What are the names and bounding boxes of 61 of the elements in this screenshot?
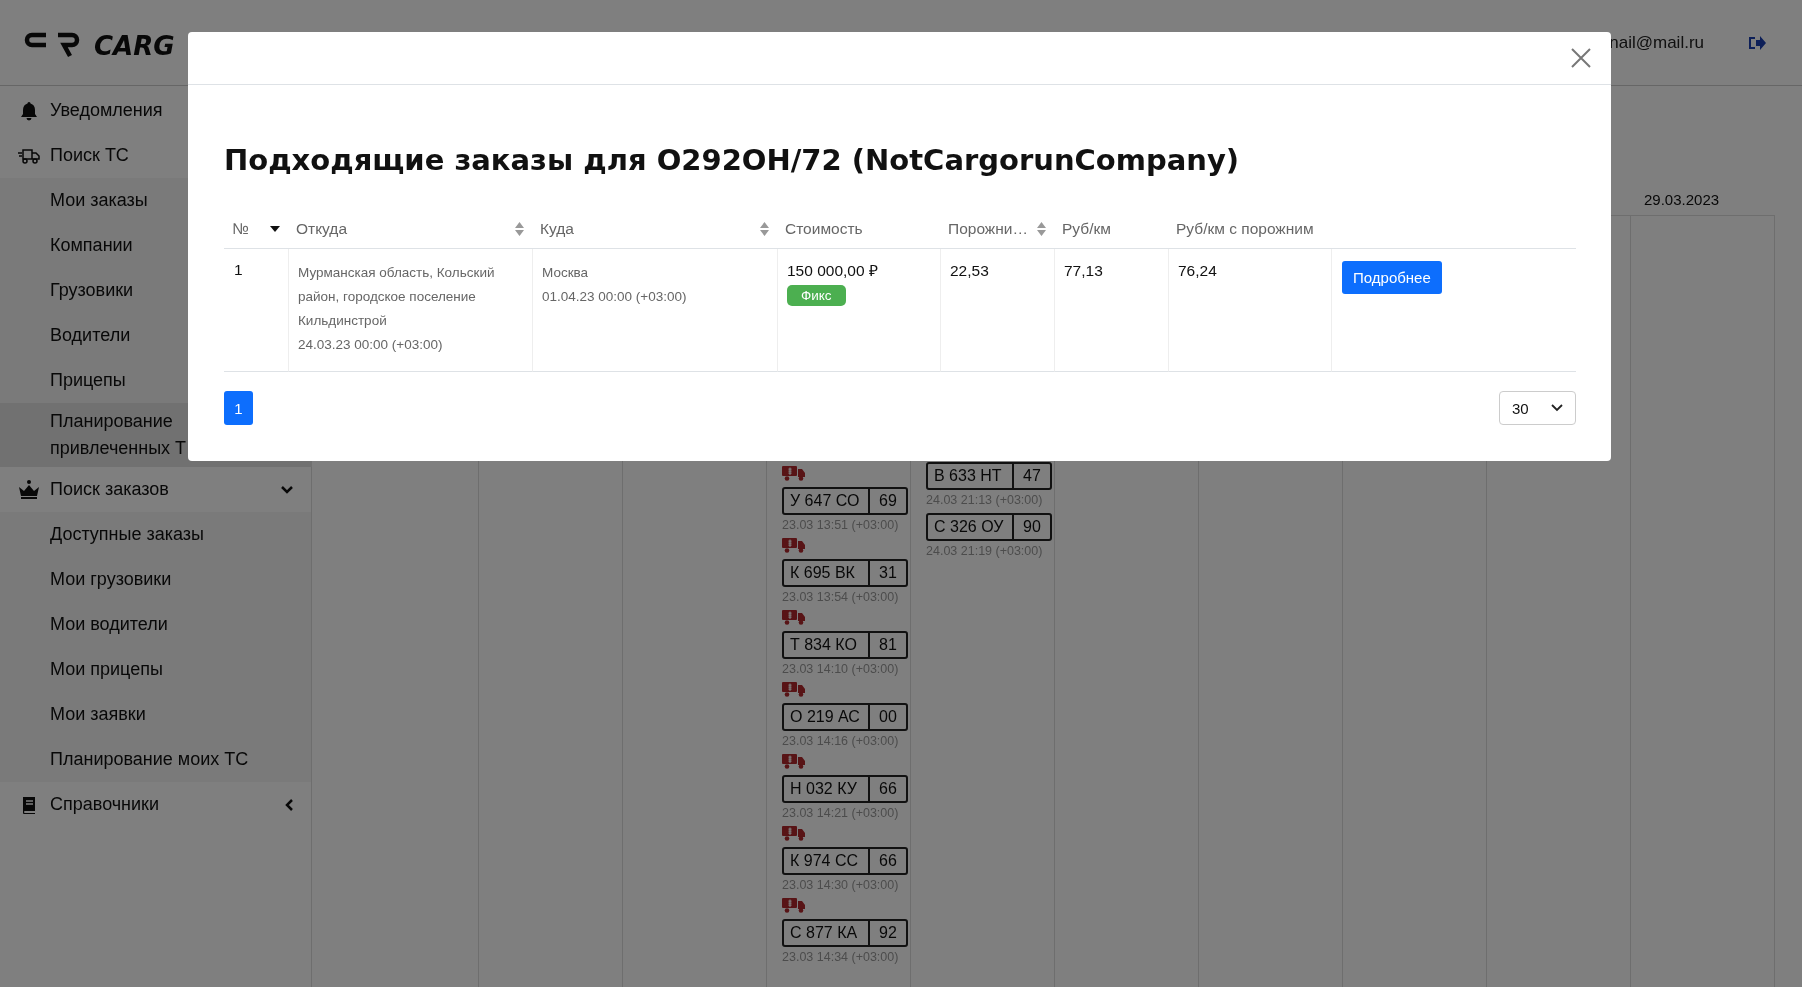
sidebar-item[interactable]: Поиск заказов	[0, 467, 311, 512]
license-plate[interactable]: Т 834 КО 81	[782, 631, 908, 659]
sidebar-subitem[interactable]: Мои заявки	[0, 692, 311, 737]
book-icon	[22, 795, 36, 814]
chevron-down-icon	[1551, 404, 1563, 412]
tariff-badge: Фикс	[787, 285, 846, 306]
sidebar-subitem[interactable]: Мои водители	[0, 602, 311, 647]
sidebar-subitem[interactable]: Доступные заказы	[0, 512, 311, 557]
column-header[interactable]: Руб/км	[1054, 209, 1168, 249]
sidebar-subitem[interactable]: Мои прицепы	[0, 647, 311, 692]
license-plate[interactable]: С 877 КА 92	[782, 919, 908, 947]
license-plate[interactable]: У 647 СО 69	[782, 487, 908, 515]
page-size-select[interactable]: 30	[1499, 391, 1576, 425]
rate-value: 77,13	[1064, 261, 1103, 281]
row-number: 1	[233, 261, 243, 279]
truck-icon	[782, 610, 806, 625]
truck-icon	[782, 466, 806, 481]
bell-icon	[20, 100, 38, 121]
truck-icon	[782, 538, 806, 553]
column-header[interactable]: Стоимость	[777, 209, 940, 249]
truck-icon	[782, 898, 806, 913]
license-plate[interactable]: К 695 ВК 31	[782, 559, 908, 587]
license-plate[interactable]: С 326 ОУ 90	[926, 513, 1052, 541]
chevron-down-icon[interactable]	[281, 485, 293, 494]
rate-with-empty-value: 76,24	[1178, 261, 1217, 281]
sort-icon[interactable]	[760, 221, 769, 236]
license-plate[interactable]: Н 032 КУ 66	[782, 775, 908, 803]
column-header[interactable]: Руб/км с порожним	[1168, 209, 1331, 249]
sidebar-item[interactable]: Справочники	[0, 782, 311, 827]
details-button[interactable]: Подробнее	[1342, 261, 1442, 294]
date-header: 29.03.2023	[1643, 191, 1721, 210]
sort-down-icon[interactable]	[270, 225, 280, 232]
column-header[interactable]: Порожни…	[940, 209, 1054, 249]
sort-icon[interactable]	[1037, 221, 1046, 236]
license-plate[interactable]: О 219 АС 00	[782, 703, 908, 731]
sidebar-item[interactable]: Уведомления	[0, 88, 311, 133]
sort-icon[interactable]	[515, 221, 524, 236]
modal-title: Подходящие заказы для О292ОН/72 (NotCargorunCompany)	[224, 143, 1241, 177]
column-header[interactable]: Куда	[532, 209, 777, 249]
truck-icon	[782, 826, 806, 841]
cost-value: 150 000,00 ₽	[787, 261, 878, 281]
column-header[interactable]: Откуда	[288, 209, 532, 249]
close-icon[interactable]	[1571, 48, 1591, 68]
truck-icon	[782, 682, 806, 697]
page-button[interactable]: 1	[224, 391, 253, 425]
logout-icon[interactable]	[1748, 34, 1766, 51]
sidebar-subitem[interactable]: Планирование моих ТС	[0, 737, 311, 782]
to-date: 01.04.23 00:00 (+03:00)	[542, 288, 687, 306]
sidebar-subitem[interactable]: Мои грузовики	[0, 557, 311, 602]
user-email: nail@mail.ru	[1609, 32, 1704, 53]
to-city: Москва	[542, 264, 589, 282]
truck-icon	[782, 754, 806, 769]
chevron-left-icon[interactable]	[285, 798, 293, 811]
from-date: 24.03.23 00:00 (+03:00)	[298, 336, 443, 354]
license-plate[interactable]: К 974 СС 66	[782, 847, 908, 875]
column-header[interactable]: №	[224, 209, 288, 249]
truck-icon	[18, 147, 40, 164]
logo-text: CARG	[94, 30, 175, 61]
from-address: Мурманская область, Кольский район, городское поселение Кильдинстрой	[298, 264, 496, 330]
crown-icon	[18, 479, 40, 500]
empty-run-value: 22,53	[950, 261, 989, 281]
